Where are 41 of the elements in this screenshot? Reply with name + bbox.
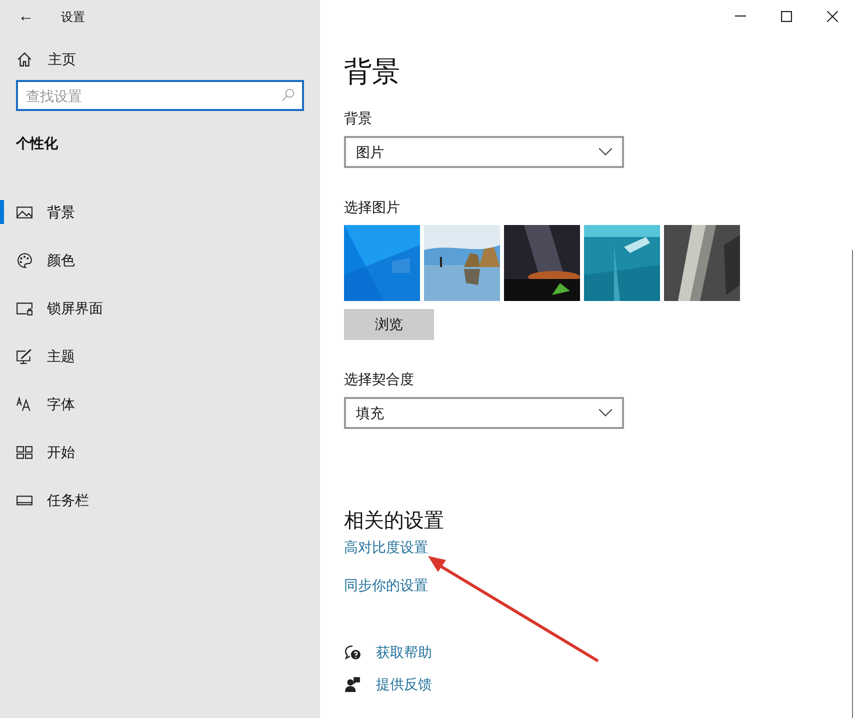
monitor-pen-icon	[16, 348, 33, 364]
field-label: 背景	[344, 109, 373, 128]
maximize-icon	[780, 10, 792, 22]
settings-link[interactable]: 同步你的设置	[344, 575, 428, 596]
browse-button[interactable]: 浏览	[344, 309, 434, 340]
window-title: 设置	[61, 9, 85, 26]
search-field[interactable]: 查找设置	[16, 80, 304, 111]
letters-icon	[16, 396, 33, 412]
background-dropdown[interactable]: 图片	[344, 136, 624, 168]
search-icon	[281, 88, 295, 102]
close-icon	[826, 10, 838, 22]
nav-item[interactable]: 锁屏界面	[0, 284, 320, 332]
nav-item[interactable]: 背景	[0, 188, 320, 236]
home-link[interactable]: 主页	[48, 48, 76, 70]
field-label: 选择图片	[344, 198, 401, 217]
nav-item[interactable]: 颜色	[0, 236, 320, 284]
dropdown-value: 图片	[356, 142, 384, 162]
minimize-icon	[734, 15, 746, 17]
person-feedback-icon	[344, 676, 361, 693]
palette-icon	[16, 252, 33, 268]
dropdown-value: 填充	[356, 404, 384, 422]
home-icon	[16, 50, 33, 68]
chat-question-icon	[344, 644, 361, 661]
monitor-lock-icon	[16, 300, 33, 316]
page-title: 背景	[344, 55, 401, 89]
fit-dropdown[interactable]: 填充	[344, 397, 624, 429]
nav-item[interactable]: 主题	[0, 332, 320, 380]
field-label: 选择契合度	[344, 370, 415, 389]
back-button[interactable]: ←	[16, 9, 36, 25]
tiles-icon	[16, 444, 33, 460]
chevron-down-icon	[599, 409, 612, 417]
section-heading: 相关的设置	[344, 509, 445, 534]
settings-link[interactable]: 高对比度设置	[344, 537, 428, 558]
help-link[interactable]: 提供反馈	[376, 674, 432, 695]
section-heading: 个性化	[14, 134, 59, 153]
nav-item[interactable]: 开始	[0, 428, 320, 476]
nav-item[interactable]: 字体	[0, 380, 320, 428]
chevron-down-icon	[599, 148, 612, 156]
picture-icon	[16, 204, 33, 220]
help-link[interactable]: 获取帮助	[376, 642, 432, 663]
nav-item[interactable]: 任务栏	[0, 476, 320, 524]
